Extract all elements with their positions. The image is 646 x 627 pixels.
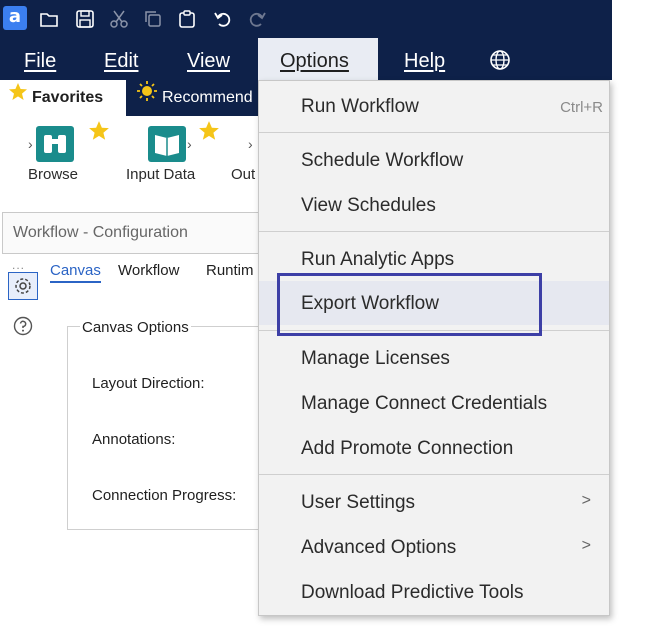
tool-label: Out <box>231 166 256 183</box>
menu-item-run-workflow[interactable]: Run Workflow Ctrl+R <box>259 84 609 128</box>
menu-item-advanced-options[interactable]: Advanced Options > <box>259 525 609 569</box>
menu-separator <box>259 474 609 475</box>
menu-item-add-promote-connection[interactable]: Add Promote Connection <box>259 426 609 470</box>
tool-input-data[interactable]: › Input Data <box>112 116 224 198</box>
open-folder-icon[interactable] <box>36 6 62 32</box>
menu-separator <box>259 231 609 232</box>
tool-label: Browse <box>28 166 79 183</box>
paste-icon[interactable] <box>174 6 200 32</box>
help-icon[interactable] <box>13 316 33 341</box>
configuration-header: Workflow - Configuration <box>2 212 260 254</box>
tab-favorites[interactable]: Favorites <box>0 80 126 116</box>
book-icon <box>148 126 186 162</box>
menu-view[interactable]: View <box>187 38 237 80</box>
menu-item-user-settings[interactable]: User Settings > <box>259 480 609 524</box>
binoculars-icon <box>36 126 74 162</box>
menu-item-view-schedules[interactable]: View Schedules <box>259 183 609 227</box>
chevron-right-icon: › <box>187 136 192 152</box>
annotations-label: Annotations: <box>92 431 176 448</box>
undo-icon[interactable] <box>210 6 236 32</box>
menu-separator <box>259 330 609 331</box>
ribbon-tools: › Browse › Input Data › Out <box>0 116 260 198</box>
favorite-star-icon <box>88 120 110 147</box>
star-icon <box>8 80 28 116</box>
tool-browse[interactable]: Browse <box>0 116 110 198</box>
menu-bar: File Edit View Options Help <box>0 38 612 80</box>
lightbulb-icon <box>136 80 158 116</box>
favorite-star-icon <box>198 120 220 147</box>
menu-separator <box>259 132 609 133</box>
menu-item-manage-licenses[interactable]: Manage Licenses <box>259 336 609 380</box>
chevron-right-icon: › <box>248 136 253 152</box>
cut-icon[interactable] <box>106 6 132 32</box>
tab-recommended[interactable]: Recommend <box>134 80 260 116</box>
shortcut-label: Ctrl+R <box>560 99 603 116</box>
menu-edit[interactable]: Edit <box>104 38 148 80</box>
save-icon[interactable] <box>72 6 98 32</box>
app-logo: a <box>3 6 27 30</box>
tab-canvas[interactable]: Canvas <box>50 262 101 283</box>
menu-item-manage-connect-credentials[interactable]: Manage Connect Credentials <box>259 381 609 425</box>
menu-item-export-workflow[interactable]: Export Workflow <box>259 281 609 325</box>
gear-icon[interactable] <box>8 272 38 300</box>
tool-output-data[interactable]: › Out <box>226 116 260 198</box>
layout-direction-label: Layout Direction: <box>92 375 205 392</box>
tab-runtime[interactable]: Runtim <box>206 262 254 279</box>
menu-item-run-analytic-apps[interactable]: Run Analytic Apps <box>259 237 609 281</box>
config-side-icons <box>8 266 42 346</box>
menu-item-download-predictive-tools[interactable]: Download Predictive Tools <box>259 570 609 614</box>
config-subtabs: Canvas Workflow Runtim <box>46 262 260 288</box>
options-dropdown-menu: Run Workflow Ctrl+R Schedule Workflow Vi… <box>258 80 610 616</box>
connection-progress-label: Connection Progress: <box>92 487 237 504</box>
menu-options[interactable]: Options <box>258 38 378 80</box>
menu-file[interactable]: File <box>24 38 64 80</box>
submenu-arrow-icon: > <box>581 492 591 509</box>
title-bar: a <box>0 0 612 38</box>
menu-help[interactable]: Help <box>404 38 454 80</box>
submenu-arrow-icon: > <box>581 537 591 554</box>
menu-item-schedule-workflow[interactable]: Schedule Workflow <box>259 138 609 182</box>
ribbon-tabs: Favorites Recommend <box>0 80 260 116</box>
redo-icon[interactable] <box>244 6 270 32</box>
right-margin <box>612 0 646 627</box>
tool-label: Input Data <box>126 166 196 183</box>
tab-workflow[interactable]: Workflow <box>118 262 179 279</box>
canvas-options-title: Canvas Options <box>80 319 191 336</box>
configuration-title: Workflow - Configuration <box>13 224 188 241</box>
copy-icon[interactable] <box>140 6 166 32</box>
